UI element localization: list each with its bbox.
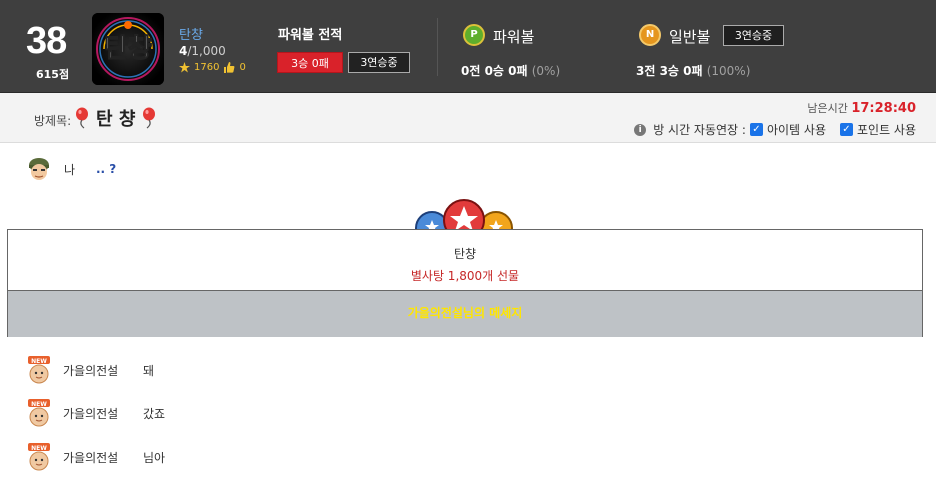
powerball-pct: (0%)	[531, 64, 561, 78]
new-user-avatar-icon: NEW	[28, 356, 50, 384]
chat-text: 돼	[143, 363, 155, 378]
room-title: 탄 챵	[74, 105, 157, 131]
chat-message: NEW 가을의전설 갔죠	[26, 399, 165, 427]
powerball-record-text: 0전 0승 0패	[461, 64, 528, 78]
chat-sender[interactable]: 가을의전설	[63, 362, 143, 379]
room-title-label: 방제목:	[34, 114, 72, 128]
level-points: 615점	[36, 68, 70, 81]
nickname-link[interactable]: 탄챵	[179, 24, 203, 43]
gift-notice-top: 탄챵 별사탕 1,800개 선물	[8, 230, 922, 290]
profile-avatar[interactable]: 탄챵	[92, 13, 164, 85]
remaining-time-label: 남은시간	[807, 102, 848, 115]
auto-extend-label: 방 시간 자동연장 :	[653, 123, 746, 137]
user-stats: 1760 0	[179, 62, 246, 73]
room-options: i 방 시간 자동연장 : ✓ 아이템 사용 ✓ 포인트 사용	[634, 121, 916, 138]
point-use-checkbox[interactable]: ✓	[839, 123, 853, 136]
remaining-time-value: 17:28:40	[851, 101, 916, 116]
point-use-label[interactable]: 포인트 사용	[857, 121, 916, 138]
powerball-record: 0전 0승 0패 (0%)	[461, 62, 560, 79]
avatar-logo-icon: 탄챵	[92, 13, 164, 85]
gift-message-line: 가을의전설님의 메세지	[8, 290, 922, 337]
powerball-coin-icon: P	[463, 24, 485, 46]
normalball-pct: (100%)	[706, 64, 751, 78]
level-number: 38	[26, 20, 67, 62]
member-count: 4/1,000	[179, 44, 226, 58]
balloon-icon	[76, 107, 88, 129]
gift-sender: 탄챵	[453, 247, 477, 261]
chat-text: .. ?	[96, 162, 117, 176]
svg-text:탄챵: 탄챵	[104, 34, 152, 64]
svg-text:NEW: NEW	[31, 358, 47, 365]
star-count: 1760	[194, 62, 220, 73]
record-badge: 3승 0패	[277, 52, 343, 73]
balloon-icon	[143, 107, 156, 129]
gift-value: 별사탕 1,800개 선물	[410, 269, 520, 283]
item-use-checkbox[interactable]: ✓	[749, 123, 763, 136]
record-streak-badge: 3연승중	[348, 52, 410, 73]
svg-text:NEW: NEW	[31, 401, 47, 408]
normalball-streak-badge: 3연승중	[723, 25, 784, 46]
remaining-time: 남은시간 17:28:40	[807, 100, 916, 116]
normalball-record-text: 3전 3승 0패	[636, 64, 703, 78]
new-user-avatar-icon: NEW	[28, 399, 50, 427]
count-total: /1,000	[187, 44, 226, 58]
powerball-label: 파워볼	[493, 28, 535, 46]
item-use-label[interactable]: 아이템 사용	[767, 121, 826, 138]
star-icon	[179, 62, 190, 73]
chat-sender[interactable]: 가을의전설	[63, 405, 143, 422]
chat-message: NEW 가을의전설 돼	[26, 356, 154, 384]
info-icon[interactable]: i	[634, 123, 647, 136]
new-user-avatar-icon: NEW	[28, 443, 50, 471]
room-title-bar: 방제목: 탄 챵 남은시간 17:28:40 i 방 시간 자동연장 : ✓ 아…	[0, 93, 936, 143]
gift-notice-card: 탄챵 별사탕 1,800개 선물 가을의전설님의 메세지	[7, 229, 923, 337]
chat-message-mine: 나 .. ?	[26, 156, 116, 182]
profile-header: 38 615점 탄챵 탄챵 4/1,000 1760 0 파워볼 전적 3승 0…	[0, 0, 936, 93]
record-title: 파워볼 전적	[278, 28, 343, 43]
room-title-text: 탄 챵	[96, 109, 136, 130]
chat-text: 갔죠	[143, 406, 166, 421]
svg-text:NEW: NEW	[31, 445, 47, 452]
like-count: 0	[239, 62, 246, 73]
chat-sender: 나	[64, 162, 76, 177]
normalball-label: 일반볼	[669, 28, 711, 46]
normalball-record: 3전 3승 0패 (100%)	[636, 62, 750, 79]
thumbs-up-icon	[224, 62, 235, 73]
normalball-coin-icon: N	[639, 24, 661, 46]
chat-text: 님아	[143, 450, 166, 465]
gift-stars-icon	[415, 199, 513, 230]
chat-sender[interactable]: 가을의전설	[63, 449, 143, 466]
header-divider	[437, 18, 438, 76]
soldier-avatar-icon	[29, 158, 49, 180]
chat-message: NEW 가을의전설 님아	[26, 443, 165, 471]
